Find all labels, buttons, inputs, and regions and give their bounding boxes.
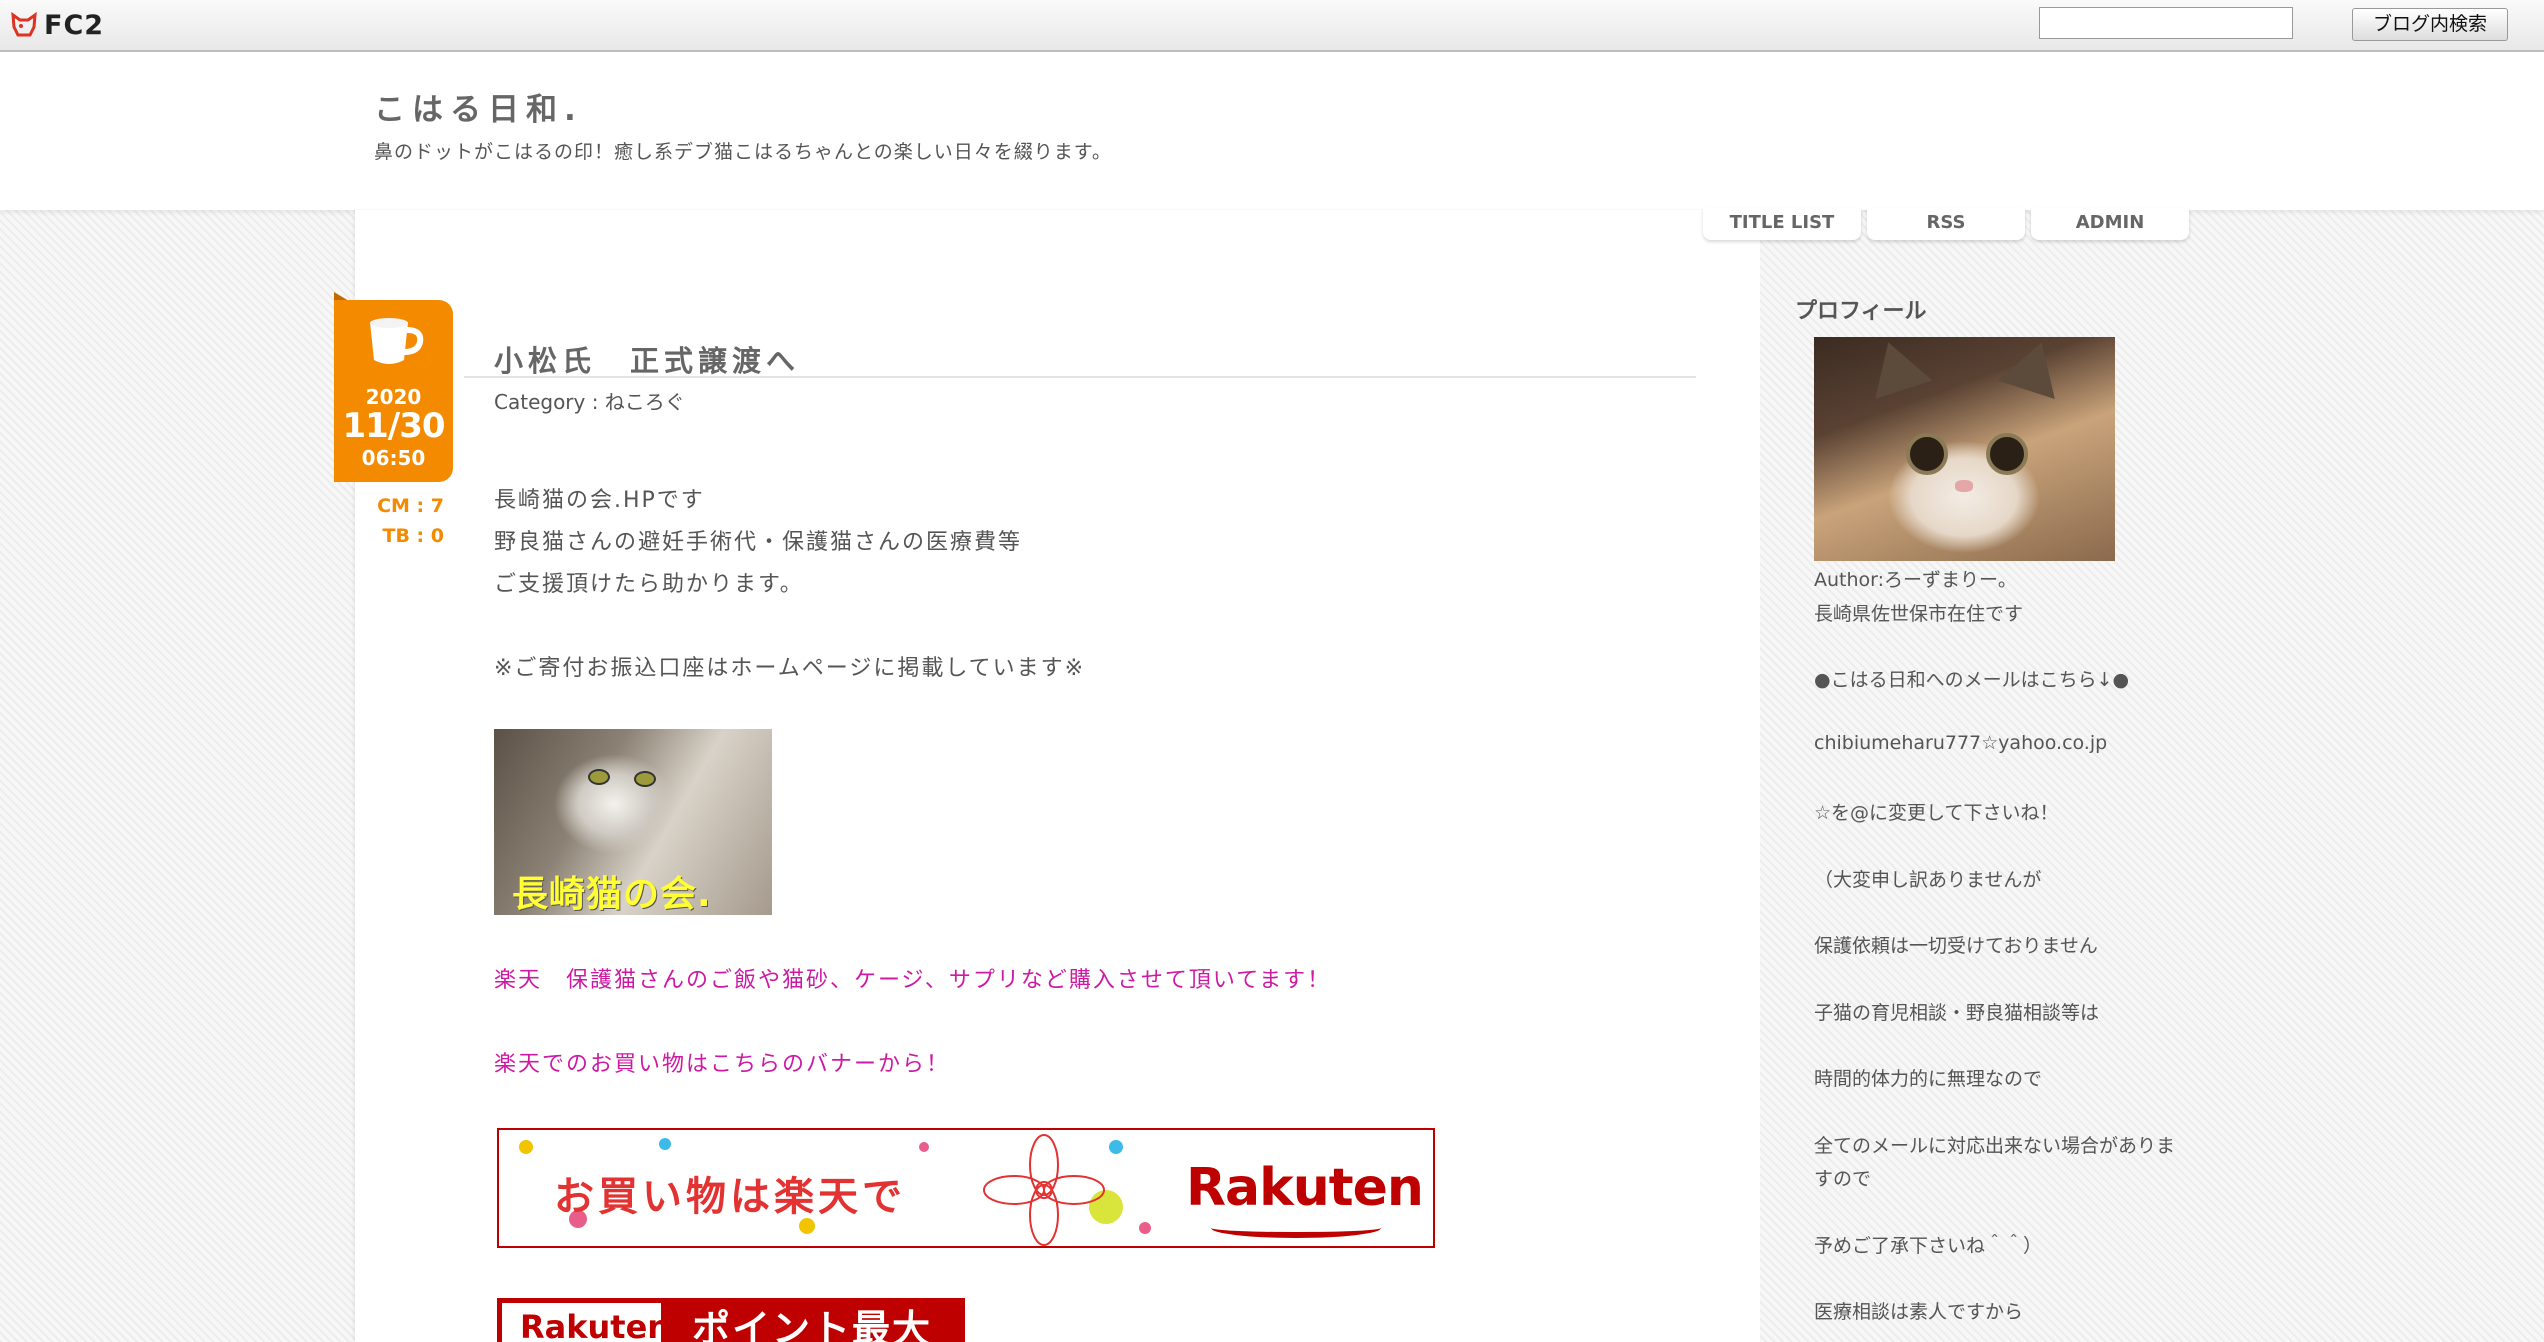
entry-category[interactable]: Category : ねころぐ xyxy=(494,386,685,415)
profile-line: 時間的体力的に無理なので xyxy=(1814,1068,2043,1090)
nav-admin[interactable]: ADMIN xyxy=(2031,208,2189,240)
entry-title[interactable]: 小松氏 正式譲渡へ xyxy=(494,338,800,380)
profile-line: 予めご了承下さいね＾＾） xyxy=(1814,1235,2043,1257)
profile-email: chibiumeharu777☆yahoo.co.jp xyxy=(1814,732,2108,754)
rakuten-points-banner[interactable]: Rakuten ポイント最大 xyxy=(497,1298,965,1342)
fc2-logo-text: FC2 xyxy=(44,9,105,41)
cat-eye xyxy=(634,771,656,787)
rakuten-points-text: ポイント最大 xyxy=(692,1307,933,1342)
cat-ear xyxy=(1997,337,2071,400)
profile-author: Author:ろーずまりー。 xyxy=(1814,569,2017,591)
profile-line: （大変申し訳ありませんが xyxy=(1814,869,2042,891)
profile-heading: プロフィール xyxy=(1795,299,1927,324)
decor-dot xyxy=(1139,1222,1151,1234)
image-watermark: 長崎猫の会. xyxy=(512,874,712,915)
cat-eye xyxy=(1906,433,1948,475)
decor-dot xyxy=(659,1138,671,1150)
blog-search-input[interactable] xyxy=(2039,7,2293,39)
nav-title-list[interactable]: TITLE LIST xyxy=(1703,208,1861,240)
entry-body-line: ※ご寄付お振込口座はホームページに掲載しています※ xyxy=(494,656,1086,681)
nagasaki-cat-association-image[interactable]: 長崎猫の会. xyxy=(494,729,772,915)
entry-body-line: 長崎猫の会.HPです xyxy=(494,488,705,513)
entry-body-line: ご支援頂けたら助かります。 xyxy=(494,572,804,597)
decor-dot xyxy=(919,1142,929,1152)
date-badge: 2020 11/30 06:50 xyxy=(334,300,453,482)
cat-nose xyxy=(1955,480,1973,492)
nav-rss[interactable]: RSS xyxy=(1867,208,2025,240)
comment-count-link[interactable]: CM : 7 xyxy=(334,495,444,517)
date-month-day: 11/30 xyxy=(342,406,445,446)
rakuten-banner[interactable]: お買い物は楽天で Rakuten xyxy=(497,1128,1435,1248)
decor-dot xyxy=(519,1140,533,1154)
decor-dot xyxy=(1109,1140,1123,1154)
profile-line: 全てのメールに対応出来ない場合がありま xyxy=(1814,1135,2176,1157)
rakuten-logo: Rakuten xyxy=(499,1300,670,1342)
rakuten-banner-text: お買い物は楽天で xyxy=(554,1174,906,1220)
profile-line: ☆を@に変更して下さいね！ xyxy=(1814,802,2059,824)
rakuten-swoosh xyxy=(1211,1218,1381,1238)
profile-line: 子猫の育児相談・野良猫相談等は xyxy=(1814,1002,2100,1024)
profile-line: 医療相談は素人ですから xyxy=(1814,1301,2024,1323)
fc2-top-bar: FC2 ブログ内検索 xyxy=(0,0,2544,52)
profile-line: 長崎県佐世保市在住です xyxy=(1814,603,2024,625)
cat-eye xyxy=(588,769,610,785)
fc2-logo[interactable]: FC2 xyxy=(10,8,104,42)
coffee-cup-icon xyxy=(370,318,424,364)
blog-header: こはる日和. 鼻のドットがこはるの印！癒し系デブ猫こはるちゃんとの楽しい日々を綴… xyxy=(0,52,2544,210)
blog-description: 鼻のドットがこはるの印！癒し系デブ猫こはるちゃんとの楽しい日々を綴ります。 xyxy=(374,141,1112,163)
fc2-fox-icon xyxy=(11,11,37,37)
trackback-count-link[interactable]: TB : 0 xyxy=(334,525,445,547)
title-divider xyxy=(464,376,1696,378)
cat-ear xyxy=(1859,337,1933,400)
rakuten-logo: Rakuten xyxy=(1186,1158,1424,1218)
cat-eye xyxy=(1986,433,2028,475)
blog-search-button[interactable]: ブログ内検索 xyxy=(2352,8,2508,41)
rakuten-note: 楽天でのお買い物はこちらのバナーから！ xyxy=(494,1052,951,1077)
entry-body-line: 野良猫さんの避妊手術代・保護猫さんの医療費等 xyxy=(494,530,1023,555)
date-time: 06:50 xyxy=(361,446,426,470)
profile-cat-photo xyxy=(1814,337,2115,561)
profile-line: ●こはる日和へのメールはこちら↓● xyxy=(1814,669,2130,691)
rakuten-note: 楽天 保護猫さんのご飯や猫砂、ケージ、サプリなど購入させて頂いてます！ xyxy=(494,968,1332,993)
blog-title[interactable]: こはる日和. xyxy=(374,84,583,129)
flower-decoration xyxy=(983,1134,1105,1246)
profile-line: すので xyxy=(1814,1168,1872,1190)
profile-line: 保護依頼は一切受けておりません xyxy=(1814,935,2098,957)
